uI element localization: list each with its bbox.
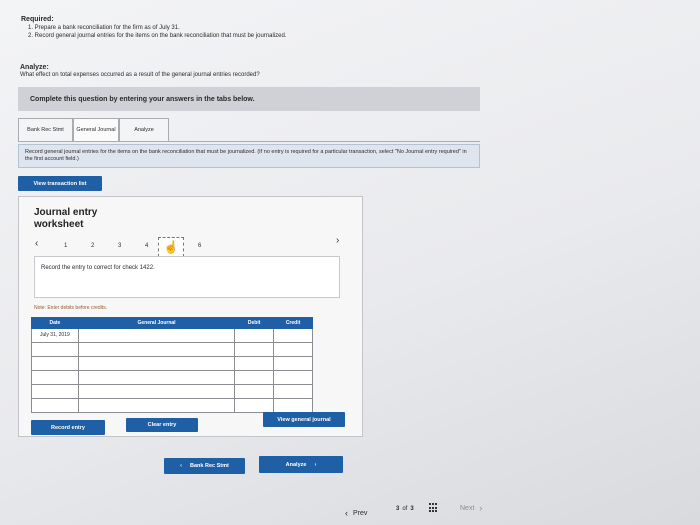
entry-prompt-box: Record the entry to correct for check 14…: [34, 256, 340, 298]
account-select[interactable]: [77, 328, 236, 343]
prev-tab-label: Bank Rec Stmt: [190, 463, 229, 469]
page-1[interactable]: 1: [64, 243, 67, 249]
page-4[interactable]: 4: [145, 243, 148, 249]
chevron-left-icon: ‹: [345, 508, 348, 518]
view-transaction-list-button[interactable]: View transaction list: [18, 176, 102, 191]
credit-input[interactable]: [273, 328, 313, 343]
required-item-1: 1. Prepare a bank reconciliation for the…: [28, 25, 180, 31]
page-of-label: of: [402, 506, 408, 512]
next-page-label: Next: [460, 504, 475, 512]
view-general-journal-button[interactable]: View general journal: [263, 412, 345, 427]
date-cell: July 31, 2019: [31, 328, 79, 343]
page-2[interactable]: 2: [91, 243, 94, 249]
hand-pointer-icon: ☝: [163, 240, 179, 254]
credit-input[interactable]: [273, 370, 313, 385]
table-row: [31, 384, 313, 399]
debit-input[interactable]: [234, 384, 275, 399]
debit-input[interactable]: [234, 370, 275, 385]
date-cell: [31, 342, 79, 357]
debits-credits-note: Note: Enter debits before credits.: [34, 305, 108, 311]
page-3[interactable]: 3: [118, 243, 121, 249]
record-entry-button[interactable]: Record entry: [31, 420, 105, 435]
next-page-button[interactable]: Next ›: [460, 503, 482, 513]
credit-input[interactable]: [273, 356, 313, 371]
credit-input[interactable]: [273, 384, 313, 399]
chevron-left-icon[interactable]: ‹: [35, 238, 38, 249]
chevron-right-icon[interactable]: ›: [336, 235, 339, 246]
next-tab-label: Analyze: [285, 461, 307, 468]
analyze-question: What effect on total expenses occurred a…: [20, 72, 260, 78]
debit-input[interactable]: [234, 342, 275, 357]
account-select[interactable]: [77, 398, 236, 413]
journal-entry-table: Date General Journal Debit Credit July 3…: [31, 317, 313, 413]
page-6[interactable]: 6: [198, 243, 201, 249]
total-pages: 3: [410, 506, 414, 512]
tab-general-journal[interactable]: General Journal: [73, 118, 119, 142]
prev-page-label: Prev: [353, 509, 368, 517]
debit-input[interactable]: [234, 356, 275, 371]
account-select[interactable]: [77, 384, 236, 399]
instructions-banner: Complete this question by entering your …: [18, 87, 480, 111]
column-header-debit: Debit: [234, 317, 275, 329]
grid-menu-icon[interactable]: [429, 503, 439, 513]
account-select[interactable]: [77, 342, 236, 357]
next-tab-button[interactable]: Analyze ›: [259, 456, 343, 473]
table-row: [31, 356, 313, 371]
tab-bank-rec-stmt[interactable]: Bank Rec Stmt: [18, 118, 73, 142]
debit-input[interactable]: [234, 398, 275, 413]
entry-prompt: Record the entry to correct for check 14…: [41, 265, 155, 271]
credit-input[interactable]: [273, 398, 313, 413]
date-cell: [31, 398, 79, 413]
tab-analyze[interactable]: Analyze: [119, 118, 169, 142]
required-heading: Required:: [21, 16, 54, 23]
debit-input[interactable]: [234, 328, 275, 343]
table-row: [31, 342, 313, 357]
journal-instruction: Record general journal entries for the i…: [18, 144, 480, 168]
account-select[interactable]: [77, 356, 236, 371]
table-row: [31, 398, 313, 413]
current-page: 3: [396, 506, 400, 512]
page-5-active[interactable]: ☝: [158, 237, 184, 257]
page-indicator: 3 of 3: [396, 506, 414, 512]
date-cell: [31, 384, 79, 399]
prev-tab-button[interactable]: ‹ Bank Rec Stmt: [164, 458, 245, 474]
worksheet-title: Journal entry worksheet: [34, 207, 98, 230]
date-cell: [31, 356, 79, 371]
credit-input[interactable]: [273, 342, 313, 357]
clear-entry-button[interactable]: Clear entry: [126, 418, 198, 432]
chevron-right-icon: ›: [314, 461, 317, 468]
tabs-divider: [18, 141, 480, 142]
chevron-left-icon: ‹: [180, 463, 182, 469]
prev-page-button[interactable]: ‹ Prev: [345, 508, 367, 518]
column-header-credit: Credit: [273, 317, 313, 329]
table-row: [31, 370, 313, 385]
chevron-right-icon: ›: [479, 503, 483, 513]
table-row: July 31, 2019: [31, 328, 313, 343]
analyze-heading: Analyze:: [20, 64, 49, 71]
column-header-date: Date: [31, 317, 79, 329]
required-item-2: 2. Record general journal entries for th…: [28, 33, 287, 39]
account-select[interactable]: [77, 370, 236, 385]
date-cell: [31, 370, 79, 385]
column-header-general-journal: General Journal: [77, 317, 236, 329]
